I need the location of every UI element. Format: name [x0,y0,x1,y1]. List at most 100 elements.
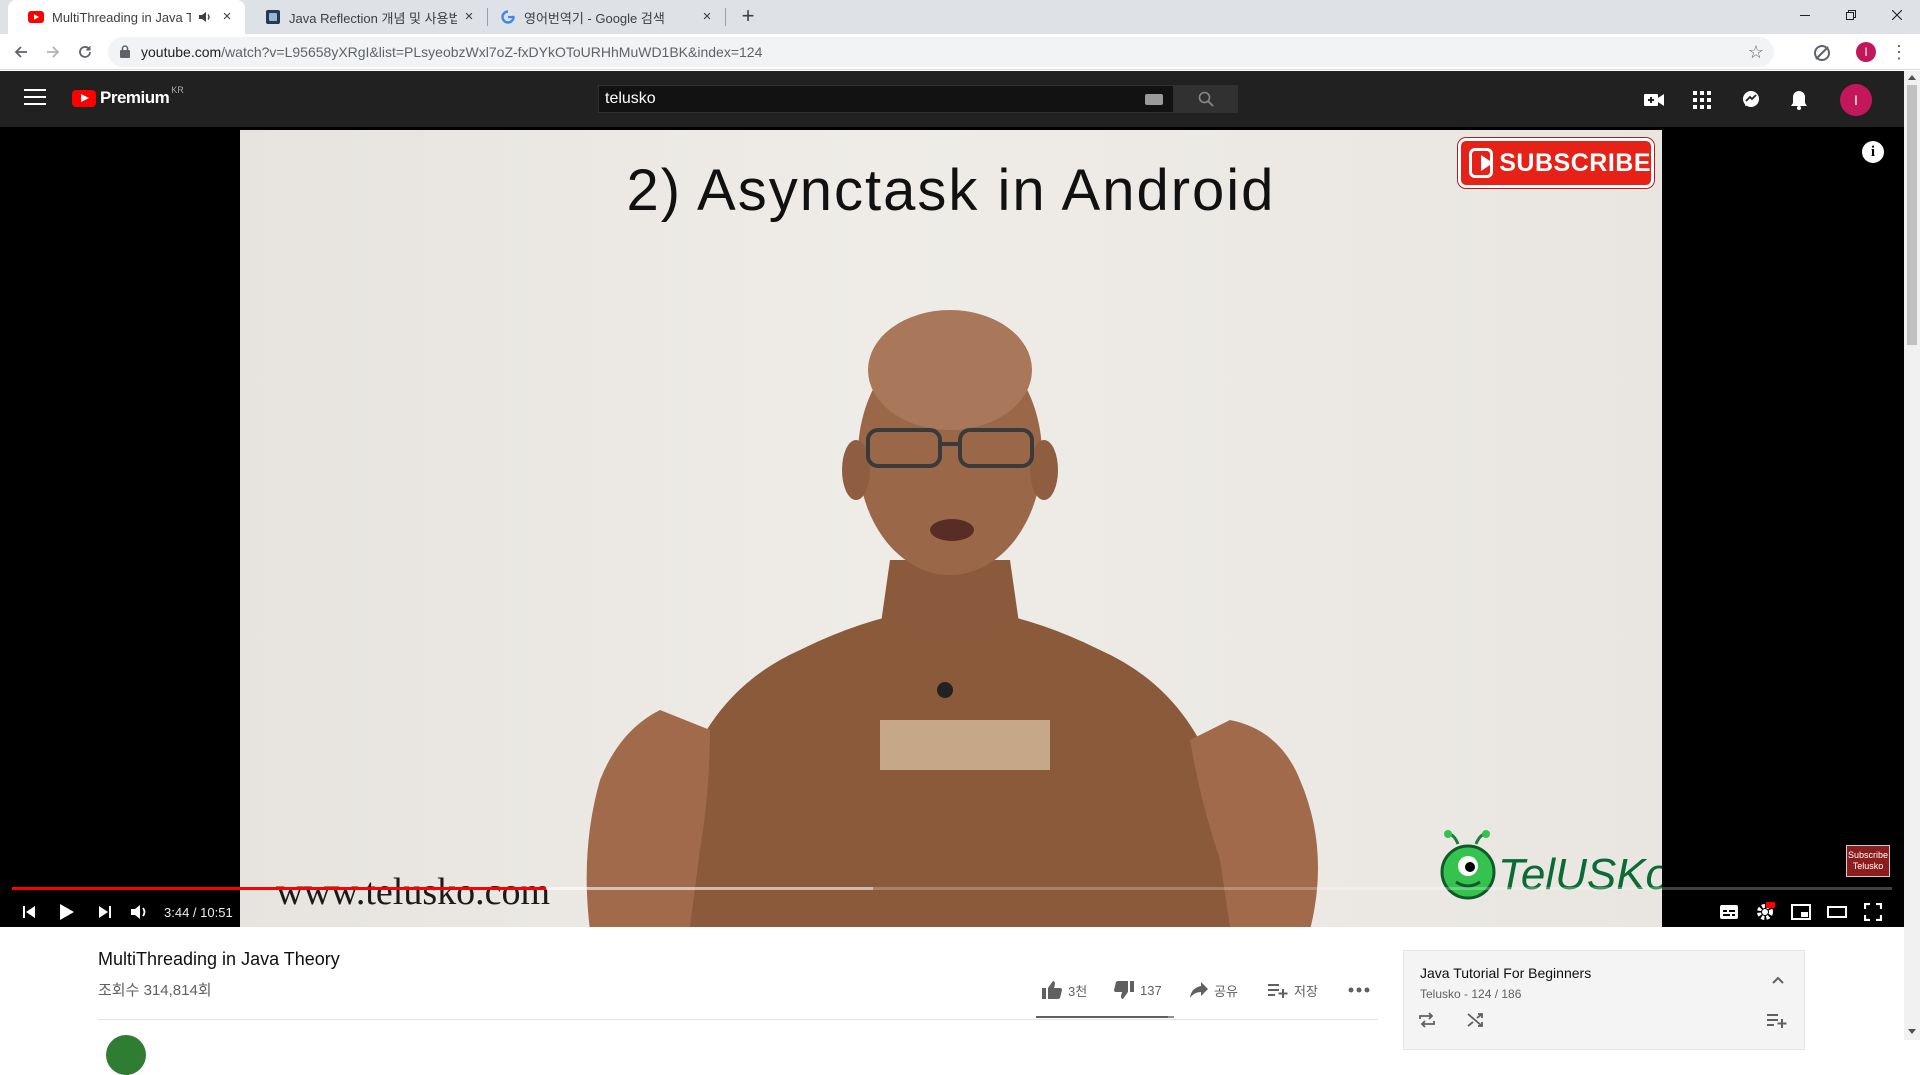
shuffle-icon[interactable] [1465,1009,1487,1031]
messages-icon[interactable] [1740,89,1762,111]
new-tab-button[interactable]: + [736,5,760,29]
save-button[interactable]: 저장 [1268,977,1318,1003]
page-scrollbar[interactable] [1904,71,1920,1040]
search-box [598,85,1174,113]
search-button[interactable] [1174,85,1238,113]
chevron-up-icon[interactable] [1767,969,1789,991]
save-label: 저장 [1294,983,1318,999]
restore-button[interactable] [1828,0,1874,30]
tab-separator [725,8,726,26]
tab-google-search[interactable]: 영어번역기 - Google 검색 × [480,0,725,34]
browser-profile-avatar[interactable]: I [1856,42,1876,62]
played-bar [12,887,547,890]
thumbs-down-icon [1114,981,1134,999]
browser-tab-strip: MultiThreading in Java Theo × Java Refle… [0,0,1920,34]
play-button[interactable] [54,899,80,925]
address-bar[interactable]: youtube.com/watch?v=L95658yXRgI&list=PLs… [108,37,1774,67]
account-avatar[interactable]: I [1840,84,1872,116]
bookmark-star-icon[interactable]: ☆ [1748,42,1764,63]
player-controls: 3:44 / 10:51 [0,897,1904,927]
thumbs-up-icon [1042,981,1062,999]
lock-icon[interactable] [120,45,130,63]
info-card-icon[interactable]: i [1862,141,1884,163]
youtube-masthead: Premium KR I [0,71,1904,127]
tab-title: 영어번역기 - Google 검색 [524,10,665,26]
blog-icon [265,9,281,25]
extension-icon[interactable] [1812,43,1832,63]
close-window-button[interactable] [1874,0,1920,30]
youtube-play-logo-icon [72,89,96,107]
telusko-logo-text: TelUSKo [1498,850,1662,899]
playlist-title[interactable]: Java Tutorial For Beginners [1420,965,1591,981]
tab-youtube[interactable]: MultiThreading in Java Theo × [8,0,245,34]
playlist-panel: Java Tutorial For Beginners Telusko - 12… [1403,950,1805,1050]
close-tab-icon[interactable]: × [219,9,235,25]
speaker-icon[interactable] [197,9,213,25]
video-frame[interactable]: 2) Asynctask in Android SUBSCRIBE www.te… [240,130,1662,927]
logo-text: Premium [100,88,170,107]
close-tab-icon[interactable]: × [461,9,477,25]
sentiment-like-fill [1036,1016,1169,1018]
forward-button[interactable] [41,40,65,64]
tab-title: Java Reflection 개념 및 사용법 [289,10,457,26]
playlist-menu-icon[interactable] [1766,1009,1788,1031]
minimize-button[interactable] [1782,0,1828,30]
progress-bar[interactable] [12,887,1892,890]
play-icon [60,904,74,920]
more-horizontal-icon [1348,987,1370,993]
subtitles-icon[interactable] [1716,899,1742,925]
youtube-icon [28,9,44,25]
scroll-thumb[interactable] [1907,85,1917,345]
browser-toolbar: youtube.com/watch?v=L95658yXRgI&list=PLs… [0,34,1920,70]
fullscreen-icon[interactable] [1860,899,1886,925]
sentiment-bar [1036,1016,1174,1018]
close-tab-icon[interactable]: × [699,9,715,25]
video-player[interactable]: 2) Asynctask in Android SUBSCRIBE www.te… [0,127,1904,927]
divider [98,1019,1378,1020]
back-button[interactable] [9,40,33,64]
subscribe-watermark-button[interactable]: Subscribe Telusko [1846,845,1890,877]
scroll-down-icon[interactable] [1908,1029,1916,1034]
search-icon [1198,91,1214,107]
next-icon[interactable] [92,899,118,925]
like-button[interactable]: 3천 [1042,977,1087,1003]
playlist-meta: Telusko - 124 / 186 [1420,987,1522,1001]
dislike-count: 137 [1140,982,1162,998]
create-video-icon[interactable] [1643,89,1665,111]
guide-menu-icon[interactable] [24,89,46,107]
url-host: youtube.com [141,44,222,60]
more-actions-button[interactable] [1348,977,1376,1003]
presenter-figure [586,310,1318,927]
settings-gear-icon[interactable] [1752,899,1778,925]
url-path: /watch?v=L95658yXRgI&list=PLsyeobzWxl7oZ… [221,44,763,60]
video-title: MultiThreading in Java Theory [98,949,340,969]
google-icon [500,9,516,25]
watch-metadata: MultiThreading in Java Theory 조회수 314,81… [0,927,1904,1075]
tab-title: MultiThreading in Java Theo [52,9,191,25]
dislike-button[interactable]: 137 [1114,977,1162,1003]
theater-mode-icon[interactable] [1824,899,1850,925]
search-input[interactable] [599,86,1139,112]
view-count: 조회수 314,814회 [98,982,212,999]
volume-icon[interactable] [126,899,152,925]
previous-icon[interactable] [16,899,42,925]
url-text: youtube.com/watch?v=L95658yXRgI&list=PLs… [141,44,762,60]
keyboard-icon[interactable] [1145,94,1163,105]
notifications-bell-icon[interactable] [1788,89,1810,111]
reload-button[interactable] [73,40,97,64]
scroll-up-icon[interactable] [1908,75,1916,80]
share-label: 공유 [1214,983,1238,999]
logo-region: KR [171,85,184,95]
loop-icon[interactable] [1416,1009,1438,1031]
channel-avatar[interactable] [106,1035,146,1075]
miniplayer-icon[interactable] [1788,899,1814,925]
time-display: 3:44 / 10:51 [164,905,233,920]
apps-grid-icon[interactable] [1691,89,1713,111]
youtube-premium-logo[interactable]: Premium KR [72,85,184,108]
tab-java-reflection[interactable]: Java Reflection 개념 및 사용법 × [245,0,487,34]
playlist-add-icon [1268,984,1288,998]
browser-menu-icon[interactable]: ⋮ [1890,42,1908,63]
share-icon [1190,982,1208,998]
like-count: 3천 [1068,983,1088,999]
share-button[interactable]: 공유 [1190,977,1238,1003]
